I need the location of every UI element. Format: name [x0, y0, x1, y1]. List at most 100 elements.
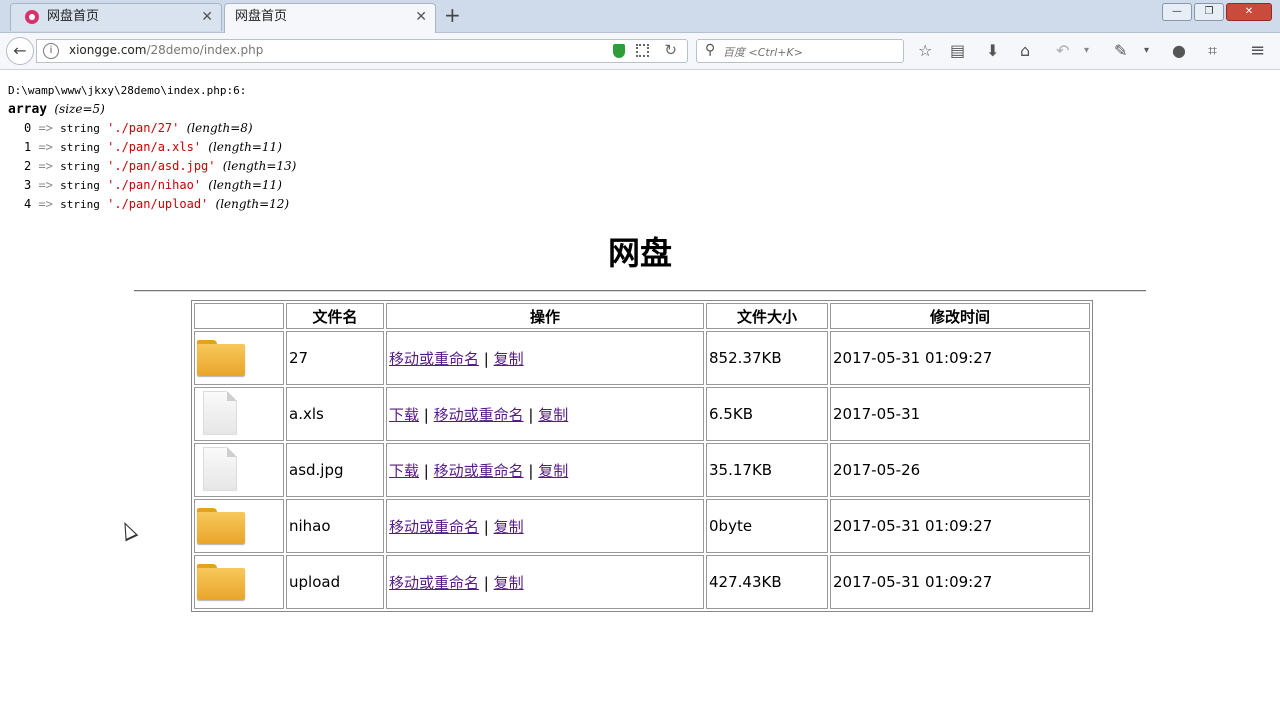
column-header-filename: 文件名 [286, 303, 384, 329]
download-icon[interactable]: ⬇ [986, 40, 999, 62]
tab-active[interactable]: 网盘首页 ✕ [224, 3, 436, 33]
url-text[interactable]: xiongge.com/28demo/index.php [69, 43, 263, 57]
folder-icon [197, 508, 245, 544]
navigation-bar: ← i xiongge.com/28demo/index.php ↻ ⚲ ☆ ▤… [0, 33, 1280, 70]
move-rename-link[interactable]: 移动或重命名 [389, 518, 479, 536]
menu-icon[interactable]: ≡ [1250, 40, 1265, 62]
file-operations: 移动或重命名 | 复制 [386, 555, 704, 609]
file-operations: 移动或重命名 | 复制 [386, 331, 704, 385]
move-rename-link[interactable]: 移动或重命名 [434, 406, 524, 424]
dump-type: string [60, 179, 100, 192]
download-link[interactable]: 下载 [389, 462, 419, 480]
file-icon-cell [194, 331, 284, 385]
op-separator: | [523, 461, 539, 480]
var-dump-output: D:\wamp\www\jkxy\28demo\index.php:6: arr… [8, 82, 296, 214]
site-info-icon[interactable]: i [43, 43, 59, 59]
tab-close-icon[interactable]: ✕ [415, 4, 427, 30]
file-modified-time: 2017-05-31 01:09:27 [830, 499, 1090, 553]
column-header-icon [194, 303, 284, 329]
mouse-pointer-icon [118, 519, 139, 542]
dump-array-header: array (size=5) [8, 100, 296, 119]
op-separator: | [479, 349, 494, 368]
file-name: upload [286, 555, 384, 609]
move-rename-link[interactable]: 移动或重命名 [389, 574, 479, 592]
page-title: 网盘 [607, 234, 672, 272]
window-controls: — ❐ ✕ [1162, 3, 1272, 21]
file-icon-cell [194, 443, 284, 497]
reload-icon[interactable]: ↻ [664, 41, 677, 59]
dump-row: 3 => string './pan/nihao' (length=11) [8, 176, 296, 195]
dump-value: './pan/asd.jpg' [107, 159, 216, 173]
dump-type: string [60, 122, 100, 135]
file-table: 文件名 操作 文件大小 修改时间 27 移动或重命名 | 复制 852.37KB 20… [191, 300, 1093, 612]
dump-value: './pan/nihao' [107, 178, 202, 192]
undo-icon[interactable]: ↶ [1056, 40, 1069, 62]
dump-value: './pan/a.xls' [107, 140, 202, 154]
dump-length: (length=11) [208, 178, 282, 192]
restore-button[interactable]: ❐ [1194, 3, 1224, 21]
file-size: 852.37KB [706, 331, 828, 385]
copy-link[interactable]: 复制 [538, 406, 568, 424]
url-bar[interactable]: i xiongge.com/28demo/index.php ↻ [36, 39, 688, 63]
new-tab-button[interactable]: + [444, 4, 461, 26]
file-icon-cell [194, 555, 284, 609]
tab-close-icon[interactable]: ✕ [201, 4, 213, 30]
file-modified-time: 2017-05-31 [830, 387, 1090, 441]
copy-link[interactable]: 复制 [538, 462, 568, 480]
tab-inactive[interactable]: 网盘首页 ✕ [10, 3, 222, 31]
search-bar[interactable]: ⚲ [696, 39, 904, 63]
file-name: asd.jpg [286, 443, 384, 497]
page-content: D:\wamp\www\jkxy\28demo\index.php:6: arr… [0, 70, 1280, 720]
table-header-row: 文件名 操作 文件大小 修改时间 [194, 303, 1090, 329]
chevron-down-icon[interactable]: ▾ [1144, 40, 1149, 62]
op-separator: | [419, 405, 434, 424]
move-rename-link[interactable]: 移动或重命名 [434, 462, 524, 480]
close-window-button[interactable]: ✕ [1226, 3, 1272, 21]
dump-array-word: array [8, 102, 48, 117]
move-rename-link[interactable]: 移动或重命名 [389, 350, 479, 368]
site-favicon-icon [25, 10, 39, 24]
op-separator: | [523, 405, 539, 424]
dump-row: 1 => string './pan/a.xls' (length=11) [8, 138, 296, 157]
dump-length: (length=13) [222, 159, 297, 173]
table-row: nihao 移动或重命名 | 复制 0byte 2017-05-31 01:09:27 [194, 499, 1090, 553]
qr-code-icon[interactable] [636, 44, 649, 57]
crop-icon[interactable]: ⌗ [1208, 40, 1217, 62]
home-icon[interactable]: ⌂ [1020, 40, 1030, 62]
chevron-down-icon[interactable]: ▾ [1084, 40, 1089, 62]
extension-icon[interactable]: ✎ [1114, 40, 1127, 62]
file-modified-time: 2017-05-31 01:09:27 [830, 331, 1090, 385]
dump-length: (length=11) [208, 140, 282, 154]
file-icon [203, 391, 237, 435]
column-header-modified-time: 修改时间 [830, 303, 1090, 329]
reading-list-icon[interactable]: ▤ [950, 40, 965, 62]
copy-link[interactable]: 复制 [494, 350, 524, 368]
dump-type: string [60, 160, 100, 173]
op-separator: | [479, 517, 494, 536]
minimize-button[interactable]: — [1162, 3, 1192, 21]
table-row: 27 移动或重命名 | 复制 852.37KB 2017-05-31 01:09:27 [194, 331, 1090, 385]
back-button[interactable]: ← [6, 37, 34, 65]
dump-arrow: => [31, 159, 61, 173]
copy-link[interactable]: 复制 [494, 518, 524, 536]
copy-link[interactable]: 复制 [494, 574, 524, 592]
star-icon[interactable]: ☆ [918, 40, 932, 62]
search-icon: ⚲ [705, 42, 716, 58]
download-link[interactable]: 下载 [389, 406, 419, 424]
dump-file-line: D:\wamp\www\jkxy\28demo\index.php:6: [8, 84, 247, 97]
file-rows: 27 移动或重命名 | 复制 852.37KB 2017-05-31 01:09:27… [194, 331, 1090, 609]
column-header-operations: 操作 [386, 303, 704, 329]
folder-icon [197, 340, 245, 376]
dump-length: (length=12) [215, 197, 290, 211]
file-size: 6.5KB [706, 387, 828, 441]
op-separator: | [419, 461, 434, 480]
url-host: xiongge.com [69, 43, 147, 57]
dump-type: string [60, 141, 100, 154]
search-input[interactable] [721, 42, 895, 62]
dump-arrow: => [31, 178, 61, 192]
shield-icon[interactable] [613, 44, 625, 58]
tab-label: 网盘首页 [47, 9, 100, 24]
dump-arrow: => [31, 140, 61, 154]
file-icon-cell [194, 499, 284, 553]
chat-icon[interactable]: ● [1172, 40, 1186, 62]
